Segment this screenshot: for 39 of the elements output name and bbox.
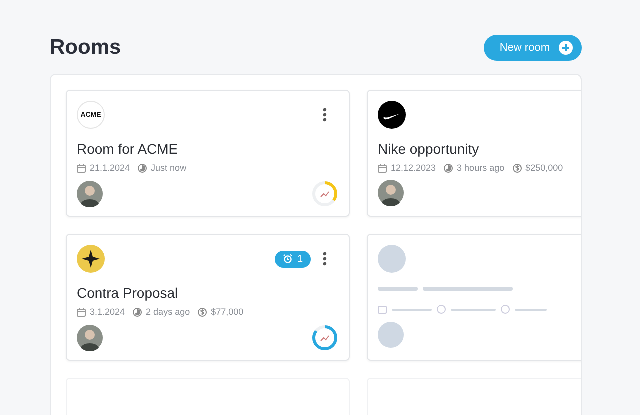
- dollar-icon: [512, 164, 522, 172]
- page-title: Rooms: [50, 36, 122, 60]
- dollar-icon: [501, 305, 510, 314]
- skeleton-circle: [378, 245, 406, 273]
- avatar-silhouette: [378, 180, 404, 206]
- progress-ring: [311, 180, 339, 208]
- room-date: 12.12.2023: [391, 163, 436, 173]
- room-title: Room for ACME: [77, 141, 180, 157]
- calendar-icon: [77, 164, 86, 172]
- plus-icon: [559, 41, 573, 55]
- dollar-icon: [198, 308, 208, 316]
- clock-icon: [133, 308, 142, 316]
- star-logo-icon: [77, 245, 105, 273]
- avatar-silhouette: [77, 325, 103, 351]
- room-date: 21.1.2024: [90, 163, 130, 173]
- clock-icon: [437, 305, 446, 314]
- more-options-icon[interactable]: [323, 252, 327, 266]
- deal-value: $77,000: [211, 307, 244, 317]
- room-title: Contra Proposal: [77, 285, 180, 301]
- last-activity: Just now: [151, 163, 187, 173]
- more-options-icon[interactable]: [323, 108, 327, 122]
- swoosh-logo-icon: [378, 101, 406, 129]
- clock-icon: [138, 164, 148, 172]
- room-card[interactable]: Nike opportunity 12.12.2023 3 hours ago $250,000: [367, 90, 581, 217]
- calendar-icon: [378, 164, 387, 172]
- alarm-icon: [283, 254, 294, 264]
- last-activity: 3 hours ago: [457, 163, 505, 173]
- deal-value: $250,000: [526, 163, 564, 173]
- progress-ring: [311, 324, 339, 352]
- clock-icon: [444, 164, 454, 172]
- avatar-silhouette: [77, 181, 103, 207]
- room-date: 3.1.2024: [90, 307, 126, 317]
- last-activity: 2 days ago: [146, 307, 190, 317]
- skeleton-circle: [378, 322, 404, 348]
- room-title: Nike opportunity: [378, 141, 480, 157]
- room-card[interactable]: 1 Contra Proposal 3.1.2024 2 days ago $77,000: [66, 234, 350, 361]
- calendar-icon: [77, 308, 86, 316]
- calendar-icon: [378, 305, 387, 314]
- skeleton-bar: [378, 287, 418, 291]
